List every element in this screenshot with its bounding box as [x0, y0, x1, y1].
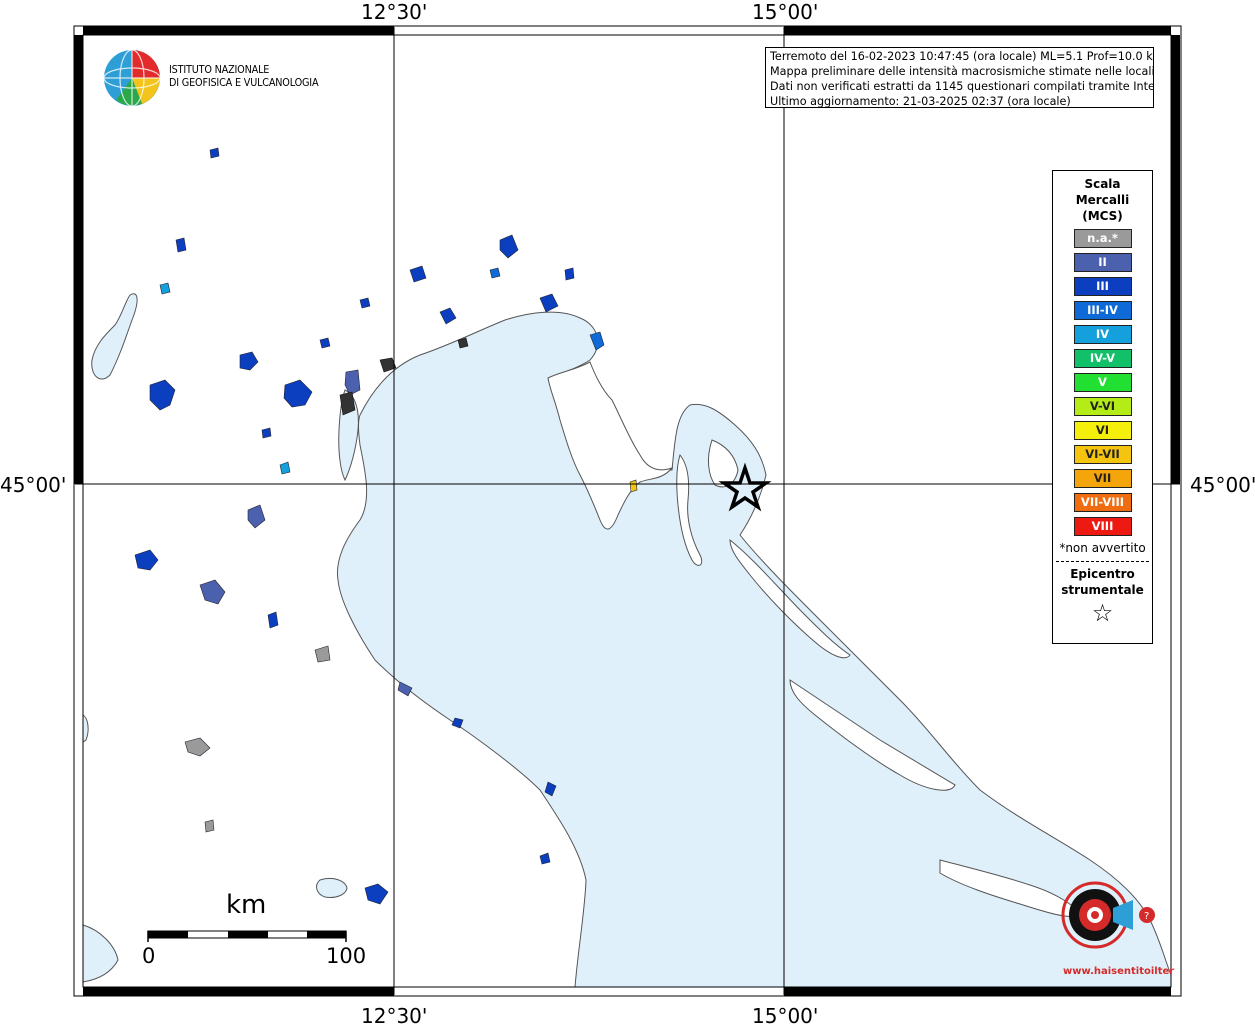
haisentito-badge-icon: ? www.haisentitoilterremoto.it	[1061, 881, 1175, 977]
legend-title-1: Scala	[1084, 177, 1121, 191]
legend-divider	[1056, 561, 1149, 562]
legend-title-2: Mercalli	[1075, 193, 1130, 207]
locality-III	[319, 337, 331, 349]
info-line-1: Terremoto del 16-02-2023 10:47:45 (ora l…	[770, 50, 1154, 63]
scale-start: 0	[142, 944, 156, 968]
lat-label-right: 45°00'	[1190, 473, 1255, 497]
institute-line-2: DI GEOFISICA E VULCANOLOGIA	[169, 77, 319, 89]
legend-swatch: V-VI	[1073, 397, 1132, 416]
legend-swatch: III-IV	[1073, 301, 1132, 320]
legend-title: Scala Mercalli (MCS)	[1053, 176, 1152, 224]
mcs-legend: Scala Mercalli (MCS) n.a.* II III III-IV IV I…	[1052, 170, 1153, 644]
badge-text: www.haisentitoilterremoto.it	[1063, 966, 1175, 977]
info-line-3: Dati non verificati estratti da 1145 que…	[770, 80, 1154, 93]
legend-epicenter-label: Epicentro strumentale	[1053, 566, 1152, 598]
scale-unit: km	[226, 890, 267, 920]
legend-note: *non avvertito	[1059, 541, 1146, 555]
epicenter-star-icon: ☆	[1091, 599, 1114, 627]
legend-swatch: IV-V	[1073, 349, 1132, 368]
locality-IV	[159, 282, 171, 295]
locality-III-IV	[489, 267, 501, 279]
info-line-2: Mappa preliminare delle intensità macros…	[770, 65, 1154, 78]
legend-swatch: VII	[1073, 469, 1132, 488]
legend-swatch: VIII	[1073, 517, 1132, 536]
scale-end: 100	[326, 944, 367, 968]
locality-III	[175, 237, 187, 253]
locality-III	[359, 297, 371, 309]
locality-III	[564, 267, 575, 281]
locality-III	[261, 427, 272, 439]
epicenter-label-2: strumentale	[1061, 583, 1144, 597]
legend-swatch: III	[1073, 277, 1132, 296]
epicenter-label-1: Epicentro	[1070, 567, 1135, 581]
lon-label-bottom-1: 12°30'	[361, 1004, 428, 1028]
lon-label-top-2: 15°00'	[752, 0, 819, 24]
svg-text:?: ?	[1144, 911, 1149, 922]
ingv-logo-icon	[103, 49, 161, 107]
institute-line-1: ISTITUTO NAZIONALE	[169, 64, 270, 76]
legend-title-3: (MCS)	[1082, 209, 1123, 223]
locality-cluster	[457, 337, 469, 349]
lat-label-left: 45°00'	[0, 473, 67, 497]
locality-na	[204, 819, 215, 833]
lon-label-top-1: 12°30'	[361, 0, 428, 24]
legend-swatch: n.a.*	[1073, 229, 1132, 248]
legend-swatch: V	[1073, 373, 1132, 392]
lon-label-bottom-2: 15°00'	[752, 1004, 819, 1028]
locality-III	[209, 147, 220, 159]
locality-III	[267, 611, 279, 629]
legend-swatch: VII-VIII	[1073, 493, 1132, 512]
institute-name: ISTITUTO NAZIONALE DI GEOFISICA E VULCAN…	[169, 64, 319, 90]
info-line-4: Ultimo aggiornamento: 21-03-2025 02:37 (…	[770, 95, 1071, 108]
legend-swatch: II	[1073, 253, 1132, 272]
legend-swatch: VI	[1073, 421, 1132, 440]
legend-swatches: n.a.* II III III-IV IV IV-V V V-VI VI VI-VII VII VI…	[1053, 229, 1152, 536]
earthquake-info-box: Terremoto del 16-02-2023 10:47:45 (ora l…	[765, 47, 1154, 108]
locality-VI-VII	[629, 479, 638, 493]
legend-swatch: IV	[1073, 325, 1132, 344]
legend-swatch: VI-VII	[1073, 445, 1132, 464]
